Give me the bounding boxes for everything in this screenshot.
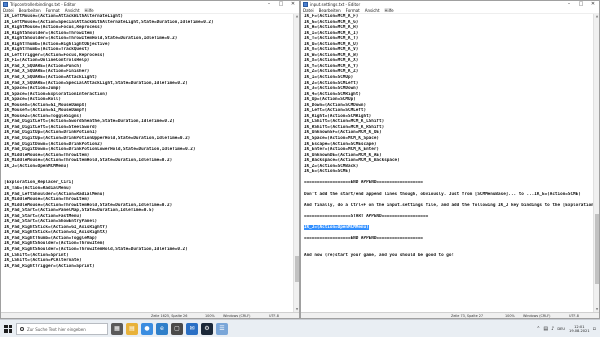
browser-icon[interactable]: ●: [141, 322, 153, 335]
system-tray: ⌃ ▤ ♪ DEU 12:01 19.08.2021 ▫: [533, 320, 596, 337]
left-editor-window: Tripcontrollerbindings.txt - Editor – □ …: [0, 0, 300, 319]
left-window-title: Tripcontrollerbindings.txt - Editor: [10, 2, 76, 7]
right-vertical-scrollbar[interactable]: ▲ ▼: [593, 14, 599, 312]
right-editor-window: input.settings.txt - Editor – □ ✕ Datei …: [300, 0, 600, 319]
notepad-icon: [3, 2, 8, 7]
search-placeholder: Zur Suche Text hier eingeben: [27, 326, 86, 332]
menu-format[interactable]: Format: [346, 8, 360, 13]
maximize-button[interactable]: □: [575, 1, 587, 8]
store-icon[interactable]: ▢: [171, 322, 183, 335]
volume-icon[interactable]: ♪: [551, 326, 554, 332]
left-text-area[interactable]: IK_LeftMouse=(Action=AttackWithAlternate…: [1, 14, 293, 312]
close-button[interactable]: ✕: [287, 1, 299, 8]
notification-icon[interactable]: ▫: [593, 326, 596, 332]
menu-hilfe[interactable]: Hilfe: [85, 8, 94, 13]
close-button[interactable]: ✕: [587, 1, 599, 8]
menu-bearbeiten[interactable]: Bearbeiten: [19, 8, 41, 13]
chevron-up-icon[interactable]: ⌃: [536, 326, 540, 332]
start-button[interactable]: [0, 320, 16, 337]
right-status-bar: Zeile 73, Spalte 27 100% Windows (CRLF) …: [301, 312, 599, 318]
menu-bearbeiten[interactable]: Bearbeiten: [319, 8, 341, 13]
left-title-bar[interactable]: Tripcontrollerbindings.txt - Editor – □ …: [1, 1, 299, 8]
maximize-button[interactable]: □: [275, 1, 287, 8]
taskbar-search-box[interactable]: Zur Suche Text hier eingeben: [16, 322, 108, 335]
edge-icon[interactable]: e: [156, 322, 168, 335]
clock-date: 19.08.2021: [569, 329, 590, 333]
text-line: Don't add the start/end append lines tho…: [304, 191, 581, 197]
text-line: And now (re)start your game, and you sho…: [304, 252, 455, 258]
file-explorer-icon[interactable]: ▤: [126, 322, 138, 335]
menu-format[interactable]: Format: [46, 8, 60, 13]
scroll-up-icon[interactable]: ▲: [594, 14, 599, 19]
steam-icon[interactable]: ⚙: [201, 322, 213, 335]
menu-ansicht[interactable]: Ansicht: [65, 8, 80, 13]
mail-icon[interactable]: ✉: [186, 322, 198, 335]
notepad-icon: [303, 2, 308, 7]
language-indicator[interactable]: DEU: [557, 327, 565, 331]
right-window-title: input.settings.txt - Editor: [310, 2, 361, 7]
minimize-button[interactable]: –: [563, 1, 575, 8]
text-line: And finally, do a Ctrl+F on the input.se…: [304, 202, 593, 208]
search-icon: [20, 326, 24, 331]
right-title-bar[interactable]: input.settings.txt - Editor – □ ✕: [301, 1, 599, 8]
notepad-taskbar-icon[interactable]: ☰: [216, 322, 228, 335]
menu-hilfe[interactable]: Hilfe: [385, 8, 394, 13]
left-scroll-thumb[interactable]: [295, 256, 299, 282]
right-text-area[interactable]: IK_F=(Action=MCM_K_F) IK_G=(Action=MCM_K_…: [301, 14, 593, 312]
left-vertical-scrollbar[interactable]: ▲ ▼: [293, 14, 299, 312]
menu-ansicht[interactable]: Ansicht: [365, 8, 380, 13]
minimize-button[interactable]: –: [263, 1, 275, 8]
menu-datei[interactable]: Datei: [3, 8, 14, 13]
taskbar: Zur Suche Text hier eingeben ▦ ▤ ● e ▢ ✉…: [0, 319, 600, 337]
left-status-bar: Zeile 1625, Spalte 26 100% Windows (CRLF…: [1, 312, 299, 318]
clock[interactable]: 12:01 19.08.2021: [569, 325, 590, 334]
network-icon[interactable]: ▤: [543, 326, 548, 332]
windows-logo-icon: [4, 324, 12, 333]
menu-datei[interactable]: Datei: [303, 8, 314, 13]
text-line: IK_Pad_RightTrigger=(Action=Sprint): [4, 263, 95, 269]
task-view-icon[interactable]: ▦: [111, 322, 123, 335]
right-scroll-thumb[interactable]: [595, 214, 599, 284]
